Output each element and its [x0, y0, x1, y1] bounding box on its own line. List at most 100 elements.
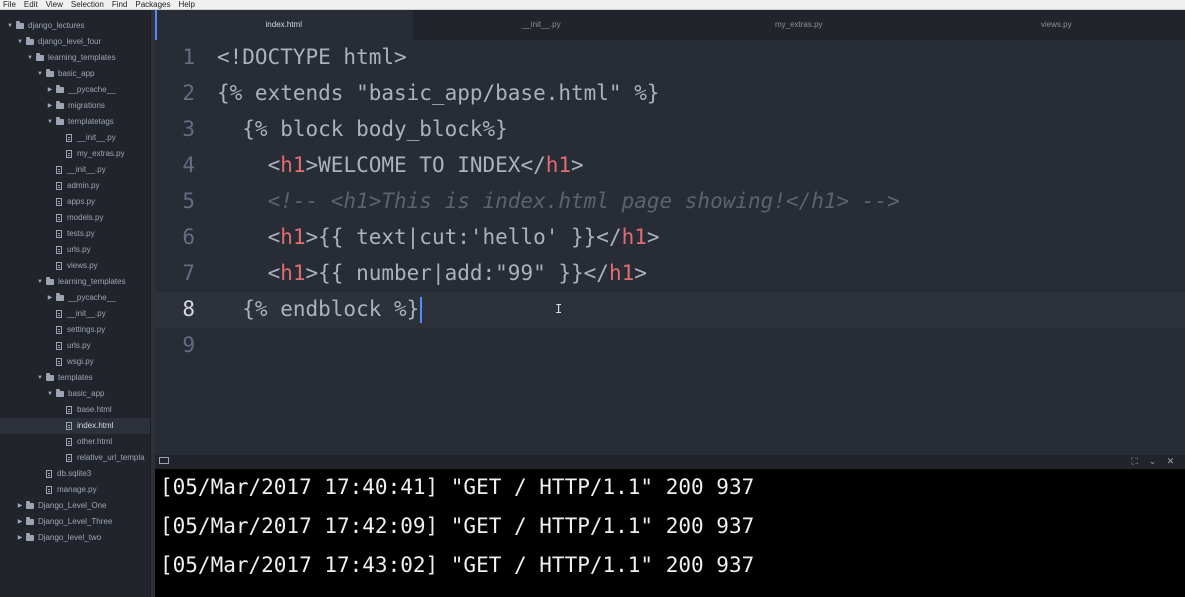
tree-file[interactable]: __init__.py — [0, 162, 150, 178]
code-line[interactable]: 4 <h1>WELCOME TO INDEX</h1> — [155, 148, 1185, 184]
tree-folder[interactable]: ▶ __pycache__ — [0, 82, 150, 98]
file-icon — [66, 454, 72, 462]
tab-init-py[interactable]: __init__.py — [413, 10, 671, 40]
tree-folder[interactable]: ▶ migrations — [0, 98, 150, 114]
tree-folder[interactable]: ▼ basic_app — [0, 386, 150, 402]
chevron-right-icon[interactable]: ▶ — [46, 98, 54, 114]
html-tag-name: h1 — [608, 261, 635, 285]
tree-folder[interactable]: ▼ templatetags — [0, 114, 150, 130]
tree-file[interactable]: urls.py — [0, 242, 150, 258]
tree-file[interactable]: manage.py — [0, 482, 150, 498]
tab-my-extras-py[interactable]: my_extras.py — [670, 10, 928, 40]
code-line[interactable]: 9 — [155, 328, 1185, 364]
tab-views-py[interactable]: views.py — [928, 10, 1185, 40]
tree-folder[interactable]: ▼ templates — [0, 370, 150, 386]
tree-item-label: manage.py — [57, 485, 97, 494]
tree-item-label: learning_templates — [58, 277, 126, 286]
tree-item-label: settings.py — [67, 325, 106, 334]
code-editor[interactable]: 1 <!DOCTYPE html> 2 {% extends "basic_app/b… — [155, 40, 1185, 455]
code-line[interactable]: 3 {% block body_block%} — [155, 112, 1185, 148]
chevron-right-icon[interactable]: ▶ — [16, 514, 24, 530]
tab-index-html[interactable]: index.html — [155, 10, 413, 40]
tree-file[interactable]: settings.py — [0, 322, 150, 338]
terminal-log-line: [05/Mar/2017 17:40:41] "GET / HTTP/1.1" … — [160, 475, 755, 499]
file-icon — [56, 326, 62, 334]
tree-folder[interactable]: ▼ basic_app — [0, 66, 150, 82]
tree-file[interactable]: db.sqlite3 — [0, 466, 150, 482]
tree-folder[interactable]: ▶ Django_level_two — [0, 530, 150, 546]
tree-item-label: other.html — [77, 437, 113, 446]
html-tag-name: h1 — [280, 261, 306, 285]
terminal-panel[interactable]: [05/Mar/2017 17:40:41] "GET / HTTP/1.1" … — [155, 469, 1185, 597]
folder-icon — [16, 21, 24, 29]
chevron-down-icon[interactable]: ▼ — [16, 34, 24, 50]
tree-item-label: tests.py — [67, 229, 95, 238]
tree-file[interactable]: views.py — [0, 258, 150, 274]
chevron-down-icon[interactable]: ⌄ — [1148, 457, 1157, 466]
tree-folder[interactable]: ▼ learning_templates — [0, 274, 150, 290]
menu-item-edit[interactable]: Edit — [24, 0, 38, 9]
tree-folder[interactable]: ▼ django_level_four — [0, 34, 150, 50]
menu-item-find[interactable]: Find — [112, 0, 128, 9]
tree-file[interactable]: apps.py — [0, 194, 150, 210]
file-icon — [46, 486, 52, 494]
chevron-right-icon[interactable]: ▶ — [46, 290, 54, 306]
tree-file[interactable]: admin.py — [0, 178, 150, 194]
terminal-icon[interactable] — [159, 457, 169, 464]
code-line[interactable]: 7 <h1>{{ number|add:"99" }}</h1> — [155, 256, 1185, 292]
file-icon — [66, 422, 72, 430]
close-icon[interactable]: ✕ — [1166, 457, 1175, 466]
chevron-down-icon[interactable]: ▼ — [36, 66, 44, 82]
menu-item-selection[interactable]: Selection — [71, 0, 104, 9]
html-tag-name: h1 — [621, 225, 647, 249]
maximize-icon[interactable]: ⛶ — [1130, 457, 1139, 466]
tree-file[interactable]: __init__.py — [0, 306, 150, 322]
file-icon — [56, 198, 62, 206]
code-line[interactable]: 6 <h1>{{ text|cut:'hello' }}</h1> — [155, 220, 1185, 256]
tree-file[interactable]: wsgi.py — [0, 354, 150, 370]
chevron-right-icon[interactable]: ▶ — [16, 498, 24, 514]
file-icon — [56, 214, 62, 222]
tree-file[interactable]: base.html — [0, 402, 150, 418]
tree-folder[interactable]: ▼ django_lectures — [0, 18, 150, 34]
tree-file[interactable]: other.html — [0, 434, 150, 450]
html-tag-name: h1 — [280, 153, 306, 177]
tree-folder[interactable]: ▶ Django_Level_One — [0, 498, 150, 514]
code-line[interactable]: 1 <!DOCTYPE html> — [155, 40, 1185, 76]
menu-item-file[interactable]: File — [3, 0, 16, 9]
code-text: <!-- <h1>This is index.html page showing… — [217, 184, 900, 218]
tree-item-label: my_extras.py — [77, 149, 125, 158]
tree-folder[interactable]: ▼ learning_templates — [0, 50, 150, 66]
file-icon — [66, 150, 72, 158]
chevron-down-icon[interactable]: ▼ — [36, 274, 44, 290]
code-line[interactable]: 2 {% extends "basic_app/base.html" %} — [155, 76, 1185, 112]
tree-folder[interactable]: ▶ Django_Level_Three — [0, 514, 150, 530]
tree-item-label: __init__.py — [67, 165, 106, 174]
chevron-down-icon[interactable]: ▼ — [36, 370, 44, 386]
tree-file[interactable]: relative_url_templa — [0, 450, 150, 466]
file-icon — [56, 246, 62, 254]
chevron-right-icon[interactable]: ▶ — [16, 530, 24, 546]
tree-file[interactable]: tests.py — [0, 226, 150, 242]
tree-file[interactable]: __init__.py — [0, 130, 150, 146]
chevron-down-icon[interactable]: ▼ — [26, 50, 34, 66]
tree-file[interactable]: index.html — [0, 418, 150, 434]
menu-item-help[interactable]: Help — [179, 0, 195, 9]
tree-item-label: views.py — [67, 261, 98, 270]
chevron-down-icon[interactable]: ▼ — [46, 114, 54, 130]
code-line[interactable]: 8 {% endblock %} — [155, 292, 1185, 328]
tree-file[interactable]: urls.py — [0, 338, 150, 354]
chevron-down-icon[interactable]: ▼ — [6, 18, 14, 34]
code-text: <h1>{{ text|cut:'hello' }}</h1> — [217, 220, 660, 254]
menu-bar: File Edit View Selection Find Packages Help — [0, 0, 1185, 10]
chevron-down-icon[interactable]: ▼ — [46, 386, 54, 402]
chevron-right-icon[interactable]: ▶ — [46, 82, 54, 98]
tree-file[interactable]: models.py — [0, 210, 150, 226]
tree-file[interactable]: my_extras.py — [0, 146, 150, 162]
line-number: 8 — [182, 297, 195, 321]
code-text: <h1>{{ number|add:"99" }}</h1> — [217, 256, 647, 290]
menu-item-view[interactable]: View — [46, 0, 63, 9]
code-line[interactable]: 5 <!-- <h1>This is index.html page showi… — [155, 184, 1185, 220]
tree-folder[interactable]: ▶ __pycache__ — [0, 290, 150, 306]
menu-item-packages[interactable]: Packages — [135, 0, 170, 9]
